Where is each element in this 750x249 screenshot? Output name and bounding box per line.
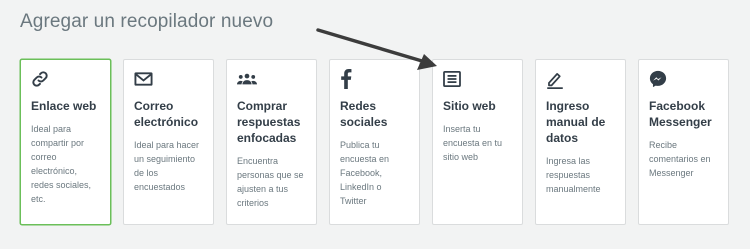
people-icon	[237, 69, 257, 89]
collector-title: Sitio web	[443, 99, 496, 113]
collector-title: Enlace web	[31, 99, 97, 113]
collector-title: Ingreso manual de datos	[546, 99, 606, 145]
email-icon	[134, 69, 154, 89]
link-icon	[31, 69, 51, 89]
collector-description: Ideal para compartir por correo electrón…	[31, 124, 92, 204]
collector-card-buy-responses[interactable]: Comprar respuestas enfocadas Encuentra p…	[226, 59, 317, 225]
website-icon	[443, 69, 463, 89]
facebook-icon	[340, 69, 360, 89]
collector-title: Comprar respuestas enfocadas	[237, 99, 301, 145]
messenger-icon	[649, 69, 669, 89]
page-title: Agregar un recopilador nuevo	[20, 11, 274, 32]
collector-card-manual-entry[interactable]: Ingreso manual de datos Ingresa las resp…	[535, 59, 626, 225]
collector-card-email[interactable]: Correo electrónico Ideal para hacer un s…	[123, 59, 214, 225]
collector-description: Ingresa las respuestas manualmente	[546, 156, 601, 194]
collector-description: Publica tu encuesta en Facebook, LinkedI…	[340, 140, 390, 206]
collector-card-web-link[interactable]: Enlace web Ideal para compartir por corr…	[20, 59, 111, 225]
collector-title: Facebook Messenger	[649, 99, 712, 129]
pencil-icon	[546, 69, 566, 89]
collector-description: Ideal para hacer un seguimiento de los e…	[134, 140, 200, 192]
collector-card-messenger[interactable]: Facebook Messenger Recibe comentarios en…	[638, 59, 729, 225]
collector-description: Encuentra personas que se ajusten a tus …	[237, 156, 304, 208]
collector-card-social-media[interactable]: Redes sociales Publica tu encuesta en Fa…	[329, 59, 420, 225]
collector-card-website[interactable]: Sitio web Inserta tu encuesta en tu siti…	[432, 59, 523, 225]
collector-description: Recibe comentarios en Messenger	[649, 140, 711, 178]
collector-description: Inserta tu encuesta en tu sitio web	[443, 124, 503, 162]
collector-title: Correo electrónico	[134, 99, 199, 129]
collector-title: Redes sociales	[340, 99, 388, 129]
